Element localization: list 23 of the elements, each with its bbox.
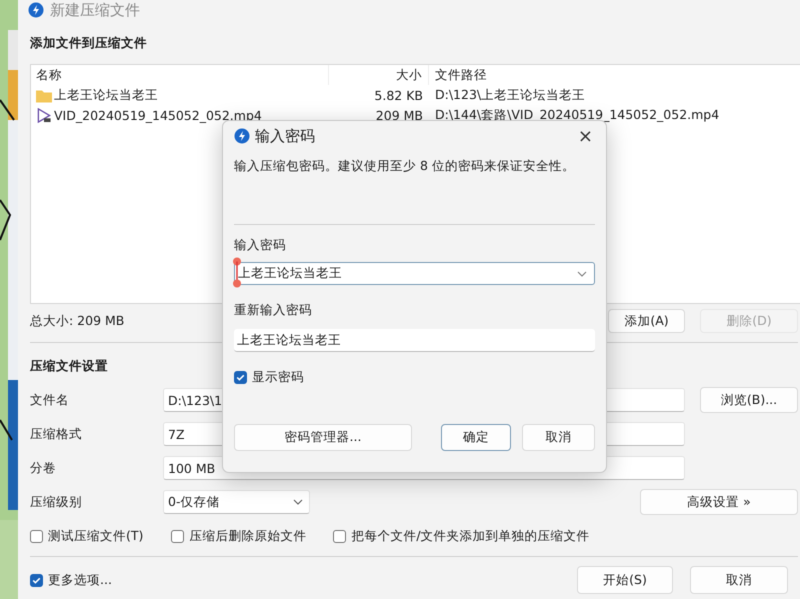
checkbox-label: 把每个文件/文件夹添加到单独的压缩文件 <box>351 528 590 544</box>
window-title: 新建压缩文件 <box>50 0 140 20</box>
checkbox-label: 显示密码 <box>252 369 304 386</box>
file-name: 上老王论坛当老王 <box>54 86 158 104</box>
checkbox-label: 测试压缩文件(T) <box>48 528 144 544</box>
total-size: 总大小: 209 MB <box>30 312 126 330</box>
file-size: 5.82 KB <box>373 88 424 102</box>
dialog-title: 输入密码 <box>255 126 315 146</box>
dialog-description: 输入压缩包密码。建议使用至少 8 位的密码来保证安全性。 <box>234 157 576 175</box>
field-label: 输入密码 <box>234 236 287 254</box>
file-name: VID_20240519_145052_052.mp4 <box>54 108 262 122</box>
field-label: 分卷 <box>30 460 57 476</box>
field-label: 重新输入密码 <box>234 301 313 319</box>
file-path: D:\144\套路\VID_20240519_145052_052.mp4 <box>434 106 720 124</box>
section-heading: 添加文件到压缩文件 <box>30 34 148 52</box>
field-label: 文件名 <box>30 392 70 408</box>
checkbox-label: 压缩后删除原始文件 <box>189 528 306 544</box>
field-label: 压缩级别 <box>30 494 83 510</box>
file-path: D:\123\上老王论坛当老王 <box>434 86 586 104</box>
section-heading: 压缩文件设置 <box>30 357 109 375</box>
checkbox-label: 更多选项... <box>48 572 112 588</box>
field-label: 压缩格式 <box>30 426 83 442</box>
file-size: 209 MB <box>374 108 424 122</box>
